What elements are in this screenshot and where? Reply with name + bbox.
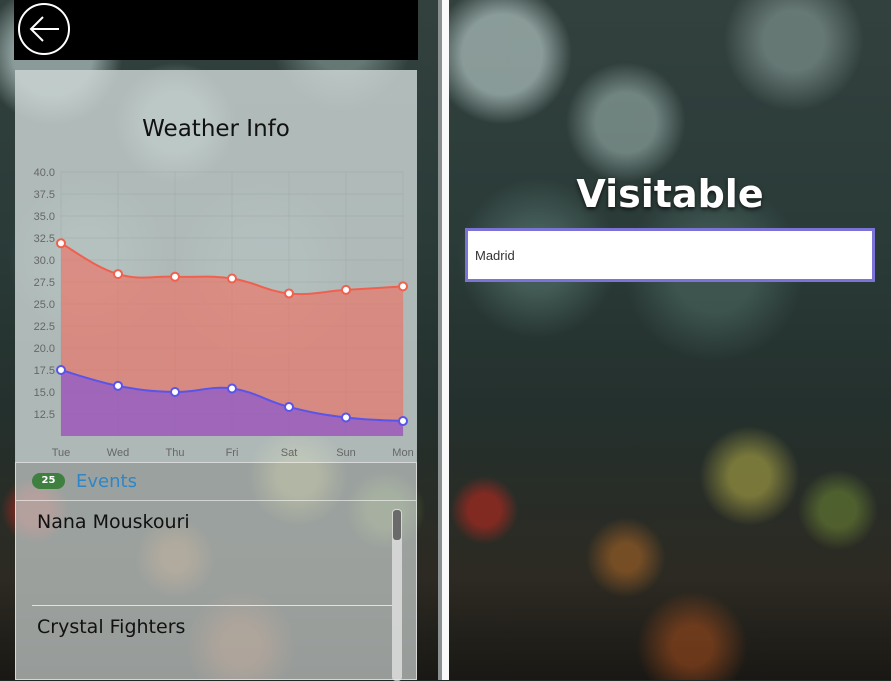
events-scrollbar[interactable] [392,509,402,681]
data-point [398,416,408,427]
y-tick-label: 37.5 [34,189,55,201]
data-point [56,238,66,249]
y-tick-label: 20.0 [34,343,55,355]
event-name: Crystal Fighters [37,616,186,638]
y-tick-label: 25.0 [34,299,55,311]
data-point [284,288,294,299]
data-point [56,365,66,375]
data-point [227,383,237,394]
weather-panel: Weather Info 40.0 37.5 35.0 32.5 30.0 27.5 25.… [15,70,417,462]
data-point [113,269,123,280]
y-tick-label: 17.5 [34,365,55,377]
back-button[interactable] [18,3,70,55]
x-tick-label: Sun [336,447,356,459]
event-item-nana-mouskouri[interactable]: Nana Mouskouri [32,501,392,597]
x-tick-label: Wed [107,447,129,459]
y-tick-label: 22.5 [34,321,55,333]
background-right [449,0,891,680]
events-list: Nana Mouskouri Crystal Fighters [16,501,416,681]
y-tick-label: 30.0 [34,255,55,267]
x-tick-label: Tue [52,447,71,459]
app-brand-title: Visitable [576,172,764,216]
top-bar [14,0,418,60]
x-tick-label: Thu [166,447,185,459]
weather-chart: 40.0 37.5 35.0 32.5 30.0 27.5 25.0 22.5 20.0 17.5… [34,167,414,459]
y-tick-label: 15.0 [34,387,55,399]
events-panel: 25 Events Nana Mouskouri Crystal Fighter… [15,462,417,681]
data-point [113,380,123,391]
x-tick-label: Mon [392,447,413,459]
x-tick-label: Fri [226,447,239,459]
window-divider [438,0,449,680]
y-tick-label: 40.0 [34,167,55,179]
scrollbar-thumb[interactable] [393,510,401,540]
events-count-badge: 25 [32,473,65,489]
events-title[interactable]: Events [76,471,137,492]
data-point [227,273,237,284]
event-item-crystal-fighters[interactable]: Crystal Fighters [32,605,392,681]
data-point [341,412,351,423]
data-point [170,387,180,397]
y-tick-label: 27.5 [34,277,55,289]
city-search-input[interactable] [465,228,875,282]
data-point [170,271,180,282]
events-header: 25 Events [16,463,416,501]
y-tick-label: 35.0 [34,211,55,223]
data-point [284,401,294,412]
y-tick-label: 12.5 [34,409,55,421]
data-point [341,284,351,295]
y-tick-label: 32.5 [34,233,55,245]
arrow-left-icon [29,16,59,42]
event-name: Nana Mouskouri [37,511,190,533]
x-tick-label: Sat [281,447,298,459]
data-point [398,281,408,292]
